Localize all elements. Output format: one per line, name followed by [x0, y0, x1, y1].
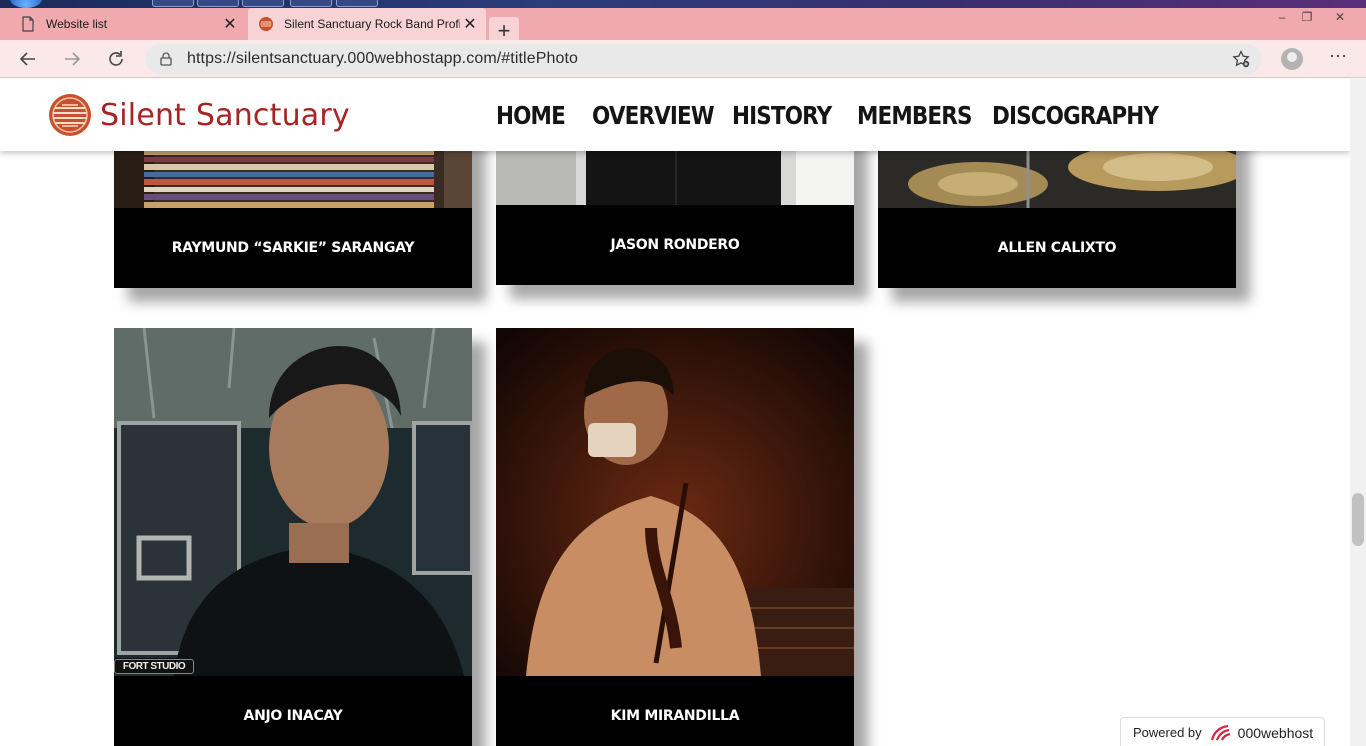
tab-close-icon[interactable]: ✕	[460, 14, 480, 34]
lock-icon[interactable]	[159, 52, 173, 66]
tab-website-list[interactable]: Website list ✕	[10, 8, 246, 40]
forward-button[interactable]	[54, 40, 90, 78]
band-logo-icon	[49, 94, 91, 136]
window-close-icon[interactable]: ✕	[1328, 8, 1352, 26]
forward-arrow-icon	[65, 52, 81, 66]
minimize-icon[interactable]: –	[1270, 8, 1294, 26]
nav-members[interactable]: MEMBERS	[857, 101, 972, 130]
powered-by-host: 000webhost	[1237, 724, 1314, 741]
scrollbar-thumb[interactable]	[1352, 493, 1364, 546]
member-photo	[114, 328, 472, 676]
brand-name: Silent Sanctuary	[100, 97, 350, 133]
taskbar-item[interactable]	[197, 0, 239, 7]
taskbar-item[interactable]	[242, 0, 284, 7]
member-photo	[496, 328, 854, 676]
000webhost-logo-icon	[1210, 724, 1230, 740]
address-bar[interactable]: https://silentsanctuary.000webhostapp.co…	[145, 44, 1262, 74]
tab-strip: Website list ✕ Silent Sanctuary Rock Ban…	[0, 8, 1366, 45]
member-name: KIM MIRANDILLA	[496, 676, 854, 746]
address-toolbar: https://silentsanctuary.000webhostapp.co…	[0, 40, 1366, 78]
powered-by-badge[interactable]: Powered by 000webhost	[1120, 717, 1325, 746]
tab-title: Website list	[46, 17, 108, 31]
back-arrow-icon	[19, 52, 35, 66]
tab-silent-sanctuary[interactable]: Silent Sanctuary Rock Band Profi ✕	[248, 8, 486, 40]
member-name: JASON RONDERO	[496, 205, 854, 285]
violinist-photo	[496, 328, 854, 676]
member-card[interactable]: ANJO INACAY FORT STUDIO	[114, 328, 472, 746]
nav-overview[interactable]: OVERVIEW	[592, 101, 715, 130]
back-button[interactable]	[10, 40, 46, 78]
tab-close-icon[interactable]: ✕	[220, 14, 240, 34]
reload-button[interactable]	[98, 40, 134, 78]
site-header: Silent Sanctuary HOME OVERVIEW HISTORY M…	[0, 79, 1350, 151]
restore-icon[interactable]: ❐	[1295, 8, 1319, 26]
tab-title: Silent Sanctuary Rock Band Profi	[284, 17, 460, 31]
brand[interactable]: Silent Sanctuary	[48, 93, 350, 137]
favorites-star-icon[interactable]	[1232, 50, 1250, 68]
member-name: RAYMUND “SARKIE” SARANGAY	[114, 208, 472, 288]
nav-discography[interactable]: DISCOGRAPHY	[992, 101, 1159, 130]
nav-history[interactable]: HISTORY	[732, 101, 832, 130]
more-menu-icon[interactable]: ⋯	[1326, 46, 1350, 72]
portrait-anjo-photo	[114, 328, 472, 676]
member-card[interactable]: KIM MIRANDILLA	[496, 328, 854, 746]
taskbar-item[interactable]	[152, 0, 194, 7]
page-scrollbar[interactable]	[1350, 79, 1366, 746]
nav-home[interactable]: HOME	[496, 101, 566, 130]
photo-watermark: FORT STUDIO	[114, 659, 194, 674]
taskbar-item[interactable]	[290, 0, 332, 7]
url-text[interactable]: https://silentsanctuary.000webhostapp.co…	[187, 50, 578, 68]
reload-icon	[109, 51, 123, 66]
page-icon	[22, 16, 34, 32]
member-name: ALLEN CALIXTO	[878, 208, 1236, 288]
member-name: ANJO INACAY	[114, 676, 472, 746]
site-favicon	[259, 17, 273, 31]
taskbar-item[interactable]	[336, 0, 378, 7]
profile-avatar-icon[interactable]	[1281, 48, 1303, 70]
powered-by-label: Powered by	[1133, 725, 1202, 740]
page-viewport: Silent Sanctuary HOME OVERVIEW HISTORY M…	[0, 79, 1350, 746]
